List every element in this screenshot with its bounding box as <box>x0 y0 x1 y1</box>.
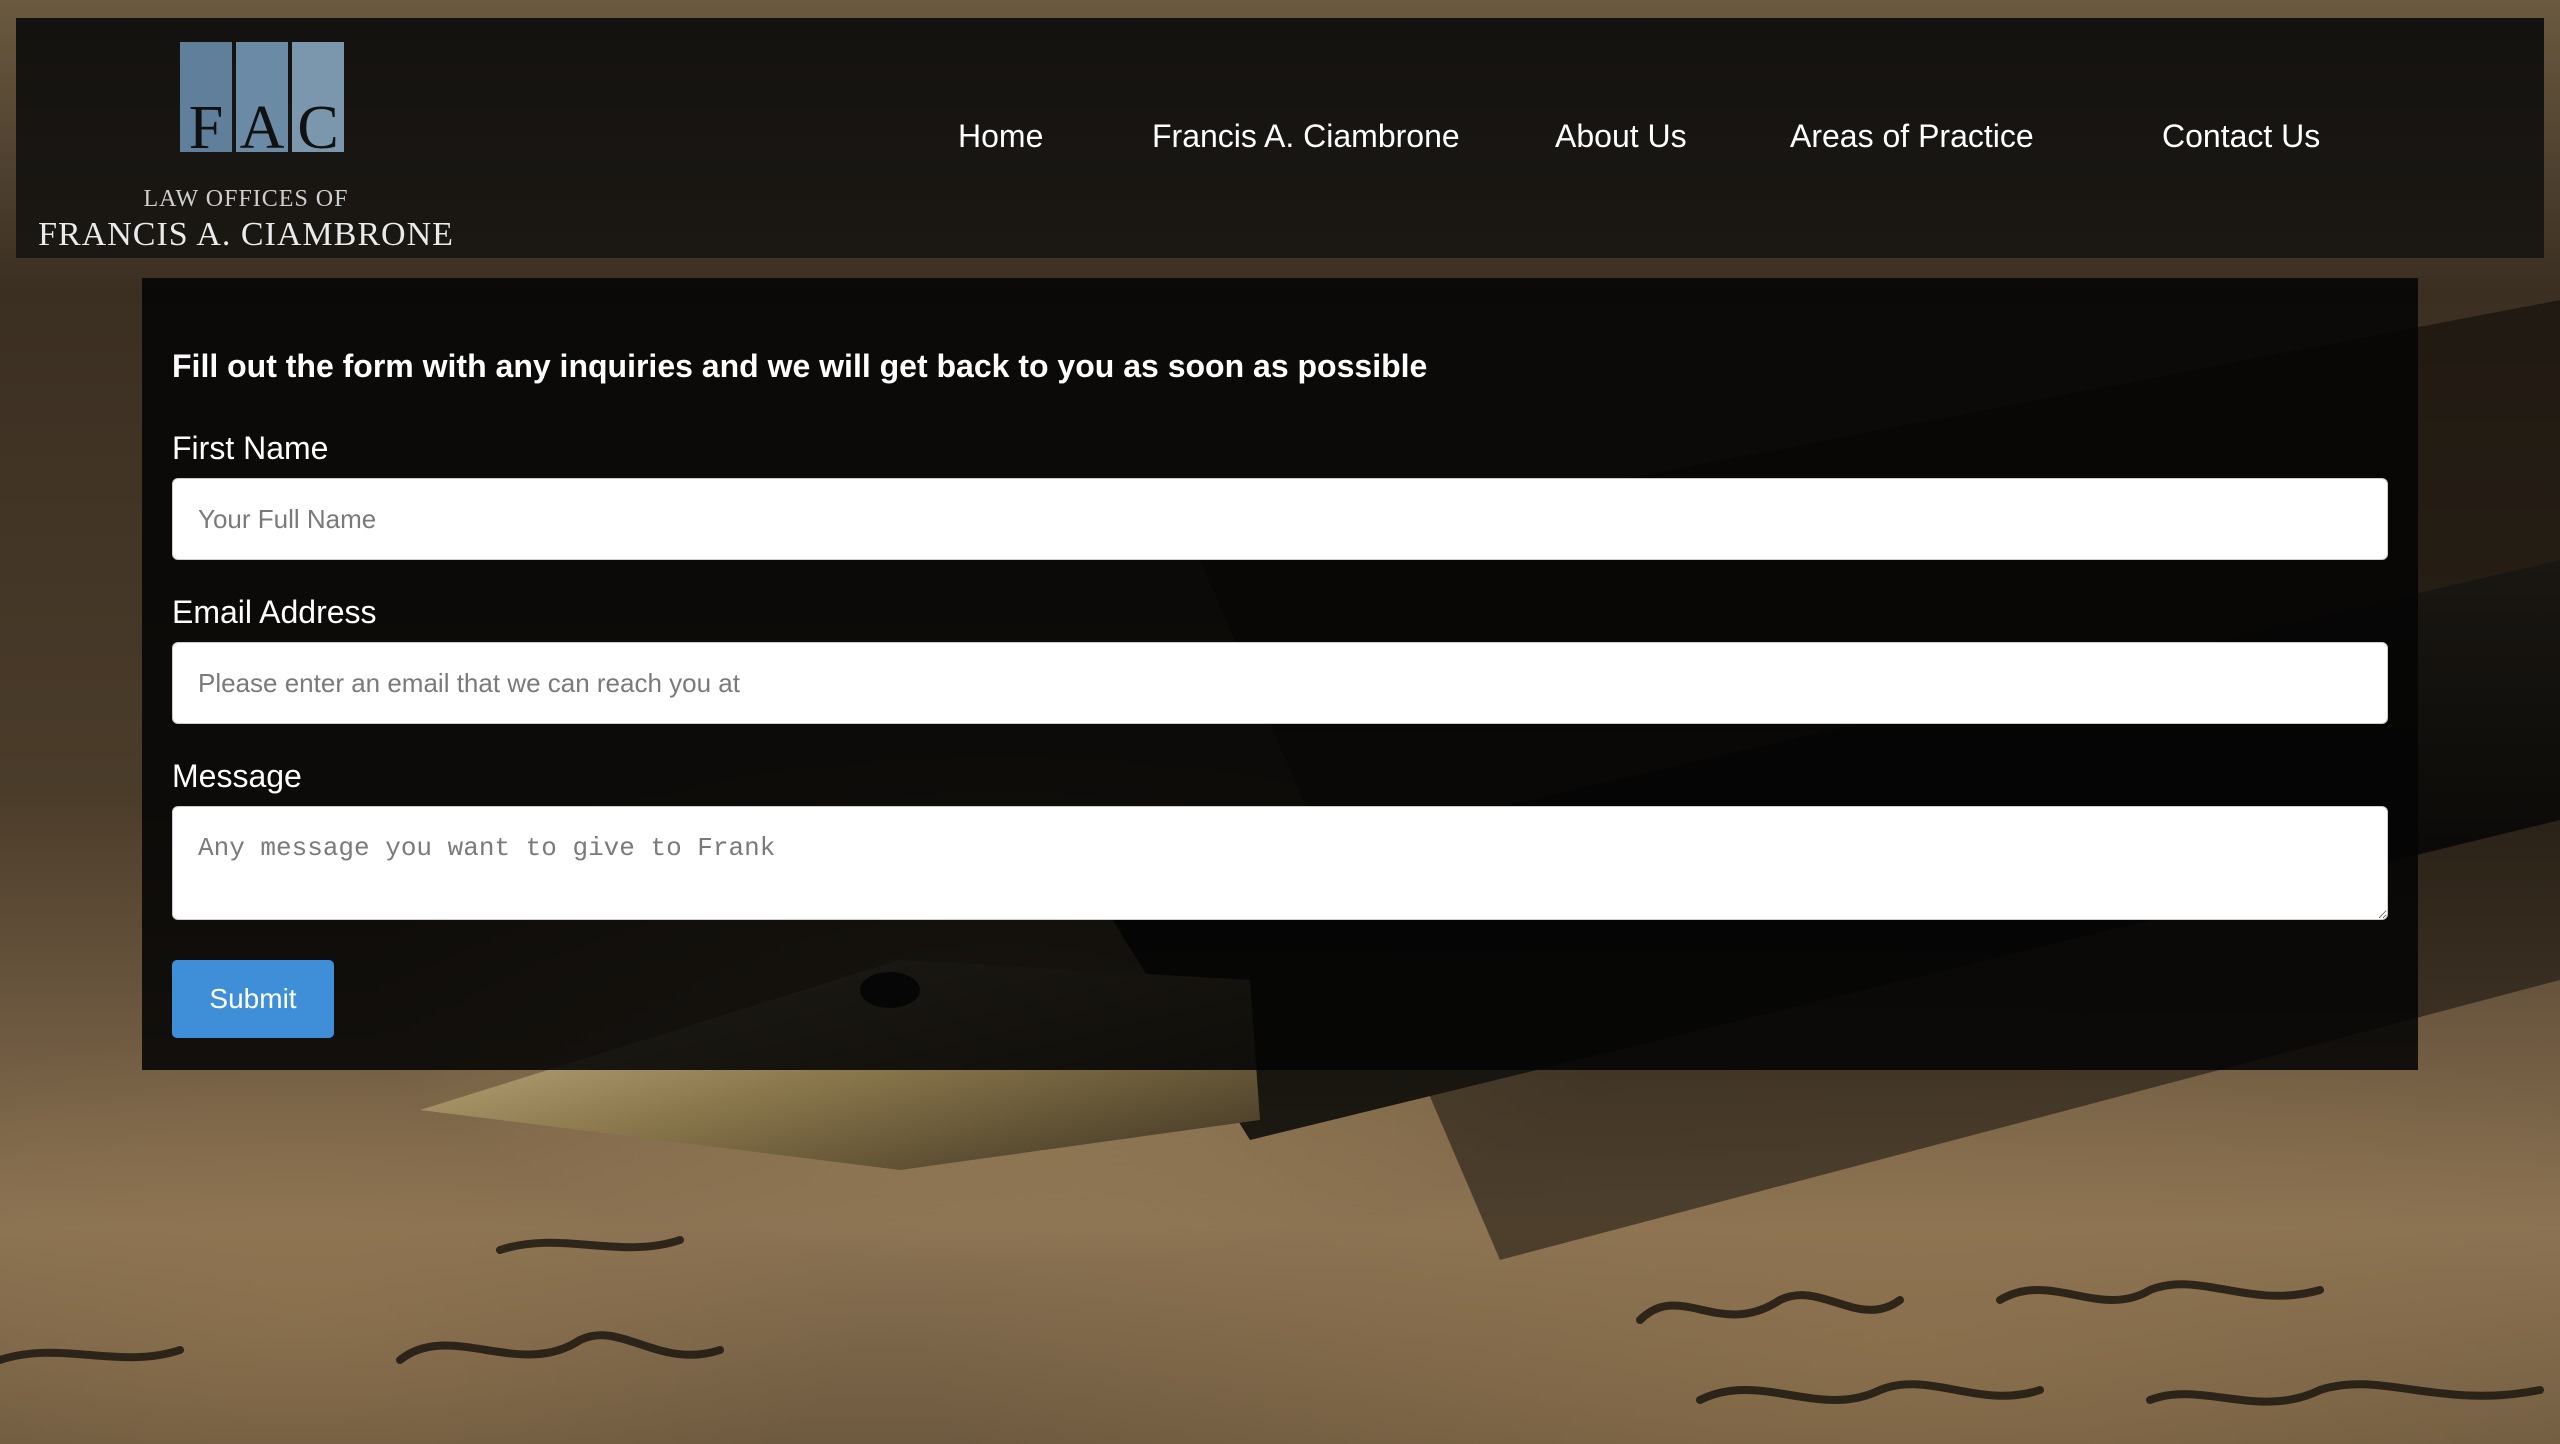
nav-contact-us[interactable]: Contact Us <box>2162 118 2320 155</box>
submit-button[interactable]: Submit <box>172 960 334 1038</box>
nav-home[interactable]: Home <box>958 118 1043 155</box>
form-heading: Fill out the form with any inquiries and… <box>172 348 1428 384</box>
nav-areas-of-practice[interactable]: Areas of Practice <box>1790 118 2034 155</box>
logo-title: FRANCIS A. CIAMBRONE <box>38 216 454 253</box>
logo-subtitle: LAW OFFICES OF <box>143 186 349 212</box>
email-input[interactable] <box>172 642 2388 724</box>
nav-about-us[interactable]: About Us <box>1555 118 1687 155</box>
email-label: Email Address <box>172 594 377 630</box>
first-name-label: First Name <box>172 430 329 466</box>
first-name-input[interactable] <box>172 478 2388 560</box>
logo-letter-a: A <box>240 94 285 162</box>
fac-monogram-icon: F A C <box>180 42 344 162</box>
logo-letter-c: C <box>297 94 338 162</box>
site-header: F A C LAW OFFICES OF FRANCIS A. CIAMBRON… <box>16 18 2544 258</box>
site-logo[interactable]: F A C LAW OFFICES OF FRANCIS A. CIAMBRON… <box>36 32 456 253</box>
contact-form-panel: Fill out the form with any inquiries and… <box>142 278 2418 1070</box>
message-label: Message <box>172 758 302 794</box>
logo-letter-f: F <box>189 94 223 162</box>
message-textarea[interactable] <box>172 806 2388 920</box>
nav-francis-a-ciambrone[interactable]: Francis A. Ciambrone <box>1152 118 1460 155</box>
